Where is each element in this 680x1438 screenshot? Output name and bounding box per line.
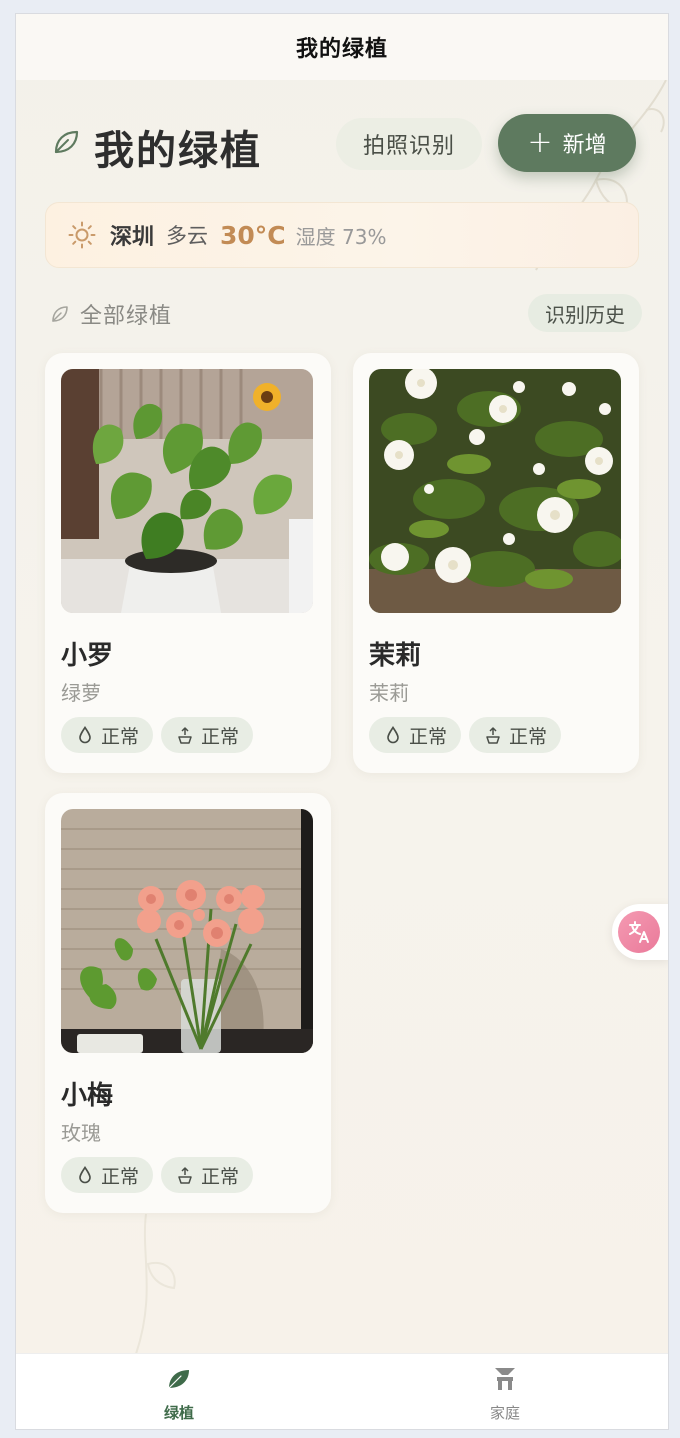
- home-tab-icon: [495, 1368, 515, 1390]
- leaf-icon: [54, 130, 79, 154]
- water-status-badge: 正常: [369, 717, 462, 753]
- plant-card[interactable]: 小梅 玫瑰 正常 正常: [45, 793, 331, 1213]
- jasmine-photo: [369, 369, 621, 613]
- add-plant-button[interactable]: + 新增: [498, 114, 636, 172]
- water-status-text: 正常: [409, 725, 448, 748]
- identify-history-button[interactable]: 识别历史: [528, 294, 642, 332]
- pothos-photo: [61, 369, 313, 613]
- tab-plants[interactable]: 绿植: [16, 1354, 342, 1429]
- water-status-text: 正常: [101, 1165, 140, 1188]
- fertilize-status-badge: 正常: [161, 1157, 254, 1193]
- plant-species: 绿萝: [61, 681, 101, 705]
- water-status-badge: 正常: [61, 717, 154, 753]
- fertilize-status-badge: 正常: [161, 717, 254, 753]
- plus-icon: +: [527, 125, 553, 160]
- water-drop-icon: [387, 726, 399, 744]
- weather-condition: 多云: [166, 224, 209, 248]
- section-header: 全部绿植 识别历史: [50, 294, 642, 334]
- fertilize-status-badge: 正常: [469, 717, 562, 753]
- fertilizer-icon: [178, 727, 192, 744]
- section-title: 全部绿植: [80, 304, 173, 329]
- rose-photo: [61, 809, 313, 1053]
- fertilizer-icon: [486, 727, 500, 744]
- water-drop-icon: [79, 726, 91, 744]
- plant-card[interactable]: 小罗 绿萝 正常 正常: [45, 353, 331, 773]
- page-title: 我的绿植: [94, 128, 262, 174]
- water-drop-icon: [79, 1166, 91, 1184]
- fertilize-status-text: 正常: [509, 725, 548, 748]
- tab-family[interactable]: 家庭: [342, 1354, 668, 1429]
- translate-float-button[interactable]: [612, 904, 668, 960]
- fertilizer-icon: [178, 1167, 192, 1184]
- plant-species: 茉莉: [369, 681, 409, 705]
- photo-identify-button[interactable]: 拍照识别: [336, 118, 482, 170]
- tab-family-label: 家庭: [489, 1404, 520, 1422]
- weather-city: 深圳: [110, 225, 155, 250]
- add-button-label: 新增: [562, 133, 607, 158]
- tab-plants-label: 绿植: [163, 1404, 194, 1422]
- water-status-text: 正常: [101, 725, 140, 748]
- weather-humidity: 湿度 73%: [295, 224, 387, 249]
- leaf-outline-icon: [52, 306, 68, 322]
- translate-icon: [618, 911, 660, 953]
- water-status-badge: 正常: [61, 1157, 154, 1193]
- bottom-tab-bar: 绿植 家庭: [16, 1353, 668, 1429]
- decorative-vine-bottom: [135, 1214, 176, 1354]
- plant-name: 小罗: [61, 641, 114, 671]
- navigation-bar: 我的绿植: [16, 14, 668, 80]
- plant-card[interactable]: 茉莉 茉莉 正常 正常: [353, 353, 639, 773]
- plant-species: 玫瑰: [61, 1121, 101, 1145]
- app-screen: 我的绿植 我的绿植 拍照识别 + 新增 深圳 多云 30°C 湿度 73% 全部…: [15, 13, 669, 1430]
- page-header: 我的绿植 拍照识别 + 新增: [50, 114, 640, 178]
- fertilize-status-text: 正常: [201, 1165, 240, 1188]
- plant-name: 小梅: [61, 1081, 114, 1111]
- sun-icon: [68, 221, 96, 249]
- fertilize-status-text: 正常: [201, 725, 240, 748]
- navbar-title: 我的绿植: [295, 37, 388, 62]
- leaf-tab-icon: [168, 1370, 189, 1389]
- weather-card: 深圳 多云 30°C 湿度 73%: [45, 202, 639, 268]
- plant-name: 茉莉: [369, 641, 422, 671]
- weather-temperature: 30°C: [220, 220, 286, 250]
